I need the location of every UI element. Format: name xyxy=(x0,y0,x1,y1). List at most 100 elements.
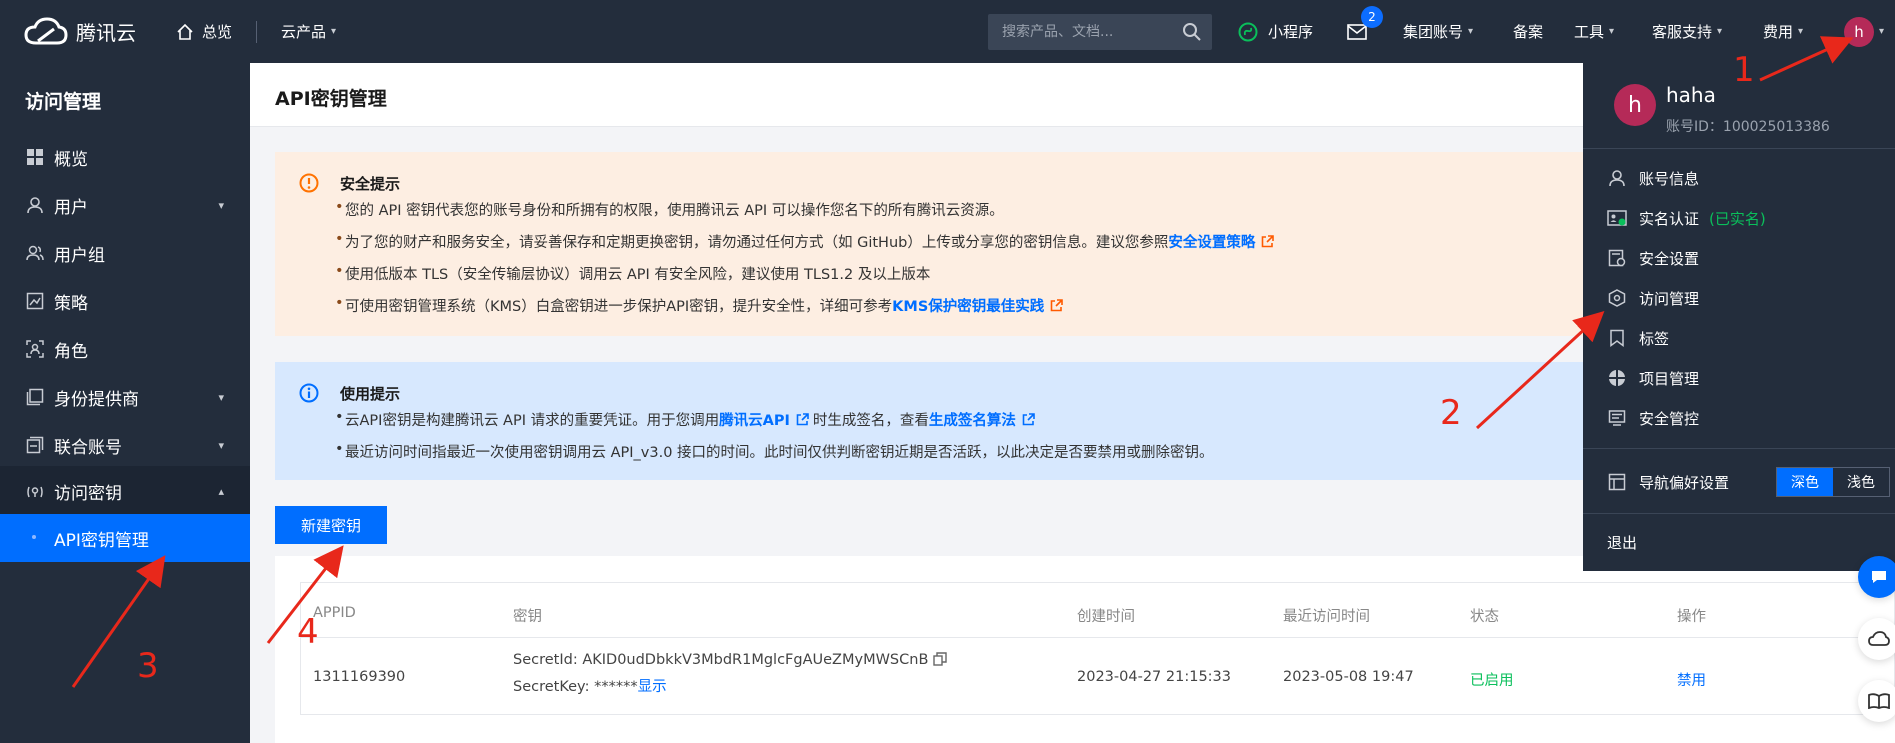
menu-item-security-settings[interactable]: 安全设置 xyxy=(1607,238,1699,278)
fees-menu[interactable]: 费用 ▾ xyxy=(1763,0,1803,63)
external-link-icon[interactable] xyxy=(1261,235,1275,248)
top-navbar: 腾讯云 总览 云产品 ▾ 小程序 2 集团账号 ▾ 备案 工具 ▾ 客服支持 ▾ 费用… xyxy=(0,0,1895,63)
menu-item-access-management[interactable]: 访问管理 xyxy=(1607,278,1699,318)
logo-text: 腾讯云 xyxy=(76,21,136,45)
usage-line: 最近访问时间指最近一次使用密钥调用云 API_v3.0 接口的时间。此时间仅供判… xyxy=(335,441,1214,462)
floating-docs-button[interactable] xyxy=(1858,680,1895,722)
menu-item-label: 实名认证 xyxy=(1639,209,1700,228)
security-line: 为了您的财产和服务安全，请妥善保存和定期更换密钥，请勿通过任何方式（如 GitH… xyxy=(335,231,1275,252)
last-access-cell: 2023-05-08 19:47 xyxy=(1283,669,1414,685)
sidebar-item-api-key-management[interactable]: API密钥管理 xyxy=(0,514,250,562)
usage-line-text: 时生成签名，查看 xyxy=(812,413,929,429)
appid-cell: 1311169390 xyxy=(313,669,406,685)
security-settings-icon xyxy=(1607,248,1627,268)
overview-icon xyxy=(25,147,45,167)
copy-icon[interactable] xyxy=(933,652,947,666)
new-key-button[interactable]: 新建密钥 xyxy=(275,506,387,544)
nav-preference: 导航偏好设置 xyxy=(1607,462,1729,502)
security-line-text: 您的 API 密钥代表您的账号身份和所拥有的权限，使用腾讯云 API 可以操作您… xyxy=(345,203,1004,219)
theme-dark-button[interactable]: 深色 xyxy=(1777,468,1833,496)
sidebar-item-identity-provider[interactable]: 身份提供商 ▾ xyxy=(0,373,250,421)
tools-label: 工具 xyxy=(1574,23,1605,41)
external-link-icon[interactable] xyxy=(796,413,809,426)
disable-link[interactable]: 禁用 xyxy=(1677,669,1706,690)
security-line: 可使用密钥管理系统（KMS）白盒密钥进一步保护API密钥，提升安全性，详细可参考… xyxy=(335,295,1064,316)
policy-icon xyxy=(25,291,45,311)
menu-item-label: 标签 xyxy=(1639,329,1670,348)
column-header: 最近访问时间 xyxy=(1283,609,1370,625)
signature-algorithm-link[interactable]: 生成签名算法 xyxy=(929,413,1016,429)
filing-link[interactable]: 备案 xyxy=(1513,0,1543,63)
support-menu[interactable]: 客服支持 ▾ xyxy=(1652,0,1722,63)
key-table: APPID 密钥 创建时间 最近访问时间 状态 操作 1311169390 Se… xyxy=(300,582,1895,715)
user-icon xyxy=(25,195,45,215)
created-time-cell: 2023-04-27 21:15:33 xyxy=(1077,669,1231,685)
secret-key: SecretKey: ****** xyxy=(513,679,638,695)
menu-item-account-info[interactable]: 账号信息 xyxy=(1607,158,1699,198)
chevron-down-icon: ▾ xyxy=(1879,26,1885,37)
group-account-menu[interactable]: 集团账号 ▾ xyxy=(1403,0,1473,63)
mail-button[interactable]: 2 xyxy=(1347,0,1383,63)
search-icon[interactable] xyxy=(1182,22,1202,42)
tencent-cloud-logo[interactable]: 腾讯云 xyxy=(0,16,160,47)
tag-icon xyxy=(1607,328,1627,348)
security-notice-title: 安全提示 xyxy=(340,175,401,193)
sidebar-item-policy[interactable]: 策略 xyxy=(0,277,250,325)
cloud-icon xyxy=(1868,631,1890,646)
chevron-down-icon: ▾ xyxy=(1798,26,1804,37)
column-header: 状态 xyxy=(1470,609,1499,625)
menu-item-tag[interactable]: 标签 xyxy=(1607,318,1669,358)
search-input[interactable] xyxy=(988,24,1168,40)
search-box[interactable] xyxy=(988,14,1212,50)
usage-notice-title: 使用提示 xyxy=(340,385,401,403)
theme-light-button[interactable]: 浅色 xyxy=(1833,468,1889,496)
divider xyxy=(1583,513,1895,514)
sidebar-item-federated-account[interactable]: 联合账号 ▾ xyxy=(0,421,250,469)
tools-menu[interactable]: 工具 ▾ xyxy=(1574,0,1614,63)
floating-cloud-button[interactable] xyxy=(1858,618,1895,660)
account-dropdown: h haha 账号ID：100025013386 账号信息 实名认证 (已实名)… xyxy=(1583,63,1895,571)
bullet-icon xyxy=(32,535,36,539)
menu-item-security-control[interactable]: 安全管控 xyxy=(1607,398,1699,438)
home-label: 总览 xyxy=(202,23,233,41)
sidebar-item-label: 用户组 xyxy=(54,245,105,266)
usage-line-text: 云API密钥是构建腾讯云 API 请求的重要凭证。用于您调用 xyxy=(345,413,720,429)
sidebar-item-role[interactable]: 角色 xyxy=(0,325,250,373)
user-group-icon xyxy=(25,243,45,263)
sidebar-item-access-key[interactable]: 访问密钥 ▴ xyxy=(0,466,250,517)
account-menu[interactable]: h ▾ xyxy=(1844,0,1884,63)
sidebar-item-user-group[interactable]: 用户组 xyxy=(0,229,250,277)
menu-item-label: 账号信息 xyxy=(1639,169,1700,188)
tencent-cloud-api-link[interactable]: 腾讯云API xyxy=(719,413,790,429)
mail-badge: 2 xyxy=(1361,6,1383,28)
menu-item-project-management[interactable]: 项目管理 xyxy=(1607,358,1699,398)
floating-chat-button[interactable] xyxy=(1858,556,1895,598)
products-menu[interactable]: 云产品 ▾ xyxy=(281,21,336,42)
sidebar-item-label: 概览 xyxy=(54,149,88,170)
verified-status: (已实名) xyxy=(1709,209,1766,228)
layout-icon xyxy=(1607,472,1627,492)
external-link-icon[interactable] xyxy=(1050,299,1064,312)
chevron-down-icon: ▾ xyxy=(1468,26,1474,37)
menu-item-label: 访问管理 xyxy=(1639,289,1700,308)
real-name-icon xyxy=(1607,208,1627,228)
secret-id-cell: SecretId: AKID0udDbkkV3MbdR1MglcFgAUeZMy… xyxy=(513,652,947,668)
show-secret-link[interactable]: 显示 xyxy=(638,679,667,695)
chevron-down-icon: ▾ xyxy=(1717,26,1723,37)
kms-best-practice-link[interactable]: KMS保护密钥最佳实践 xyxy=(892,299,1044,315)
secret-key-cell: SecretKey: ******显示 xyxy=(513,675,667,696)
security-line-text: 使用低版本 TLS（安全传输层协议）调用云 API 有安全风险，建议使用 TLS… xyxy=(345,267,931,283)
menu-item-real-name[interactable]: 实名认证 (已实名) xyxy=(1607,198,1766,238)
sidebar-item-user[interactable]: 用户 ▾ xyxy=(0,181,250,229)
page-title: API密钥管理 xyxy=(275,88,387,110)
security-policy-link[interactable]: 安全设置策略 xyxy=(1168,235,1255,251)
sidebar-item-overview[interactable]: 概览 xyxy=(0,133,250,181)
avatar[interactable]: h xyxy=(1844,16,1874,47)
home-link[interactable]: 总览 xyxy=(176,21,232,42)
access-key-icon xyxy=(25,482,45,502)
mini-program-link[interactable]: 小程序 xyxy=(1238,0,1313,63)
security-line: 您的 API 密钥代表您的账号身份和所拥有的权限，使用腾讯云 API 可以操作您… xyxy=(335,199,1004,220)
external-link-icon[interactable] xyxy=(1022,413,1035,426)
logout-button[interactable]: 退出 xyxy=(1607,522,1637,562)
identity-provider-icon xyxy=(25,387,45,407)
